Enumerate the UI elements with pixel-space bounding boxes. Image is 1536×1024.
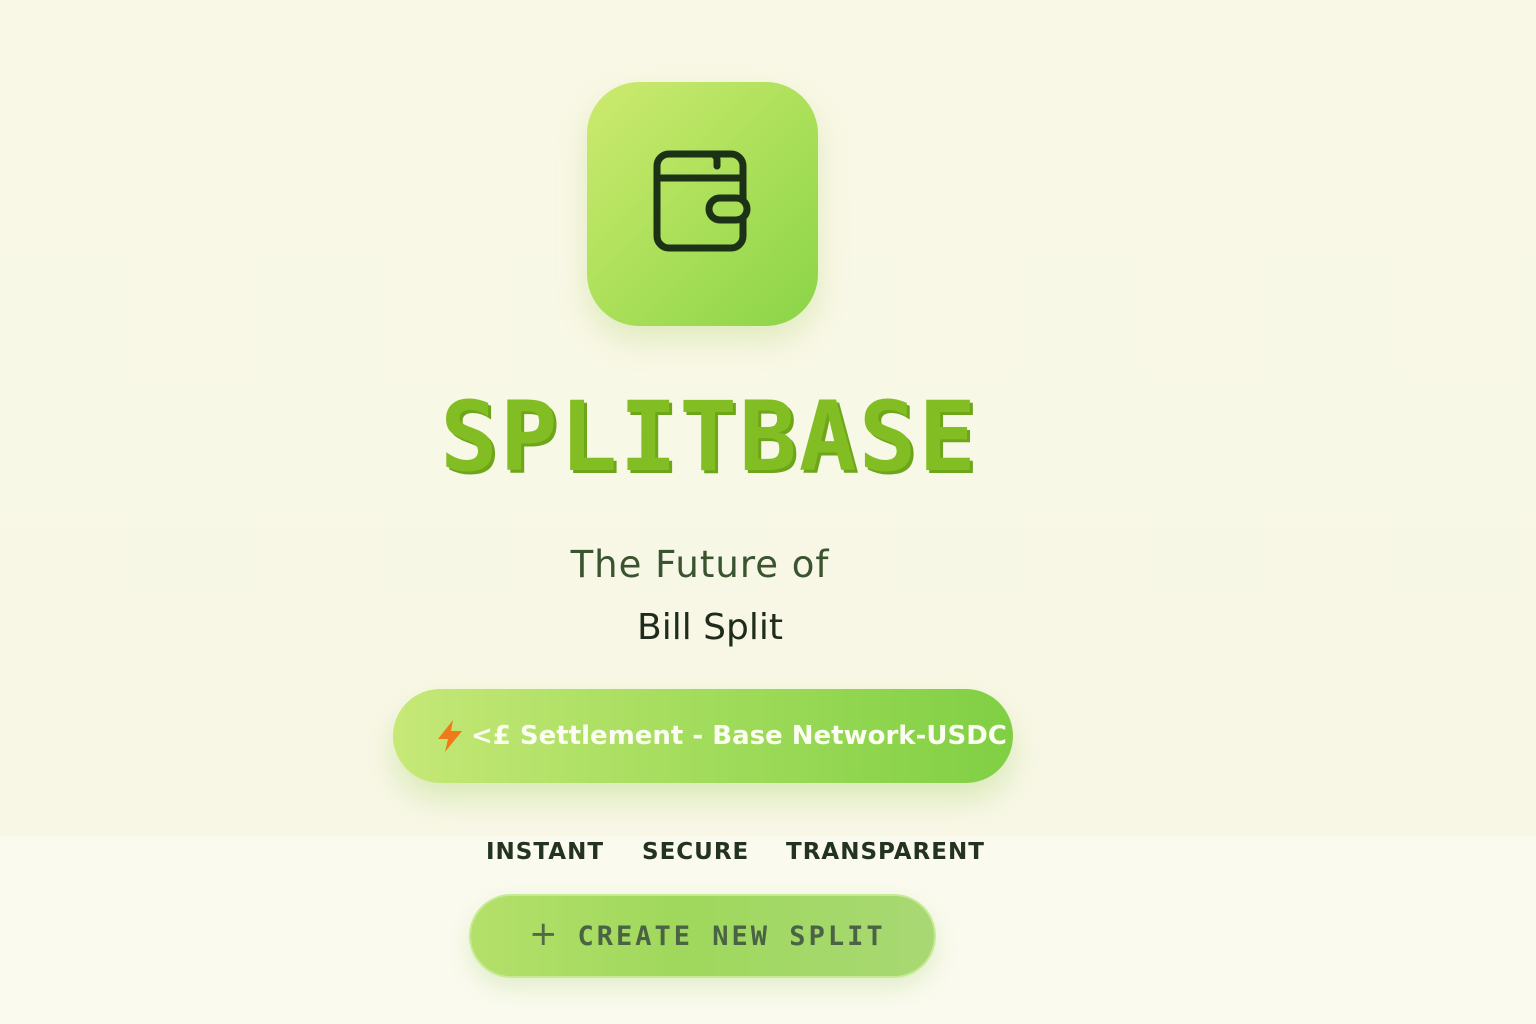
tagline-line-1: The Future of bbox=[570, 543, 830, 586]
create-new-split-label: CREATE NEW SPLIT bbox=[577, 920, 886, 952]
tagline-line-2: Bill Split bbox=[637, 607, 783, 648]
settlement-badge: <£ Settlement - Base Network-USDC bbox=[393, 689, 1013, 783]
wallet-icon bbox=[653, 150, 751, 252]
plus-icon: + bbox=[529, 914, 558, 954]
brand-title: SPLITBASE bbox=[440, 381, 979, 493]
lightning-bolt-icon bbox=[438, 720, 462, 752]
feature-secure: SECURE bbox=[642, 839, 750, 865]
feature-transparent: TRANSPARENT bbox=[786, 839, 985, 865]
create-new-split-button[interactable]: + CREATE NEW SPLIT bbox=[469, 894, 936, 978]
settlement-text: <£ Settlement - Base Network-USDC bbox=[471, 721, 1007, 751]
app-icon-tile bbox=[587, 82, 818, 326]
feature-instant: INSTANT bbox=[486, 839, 605, 865]
